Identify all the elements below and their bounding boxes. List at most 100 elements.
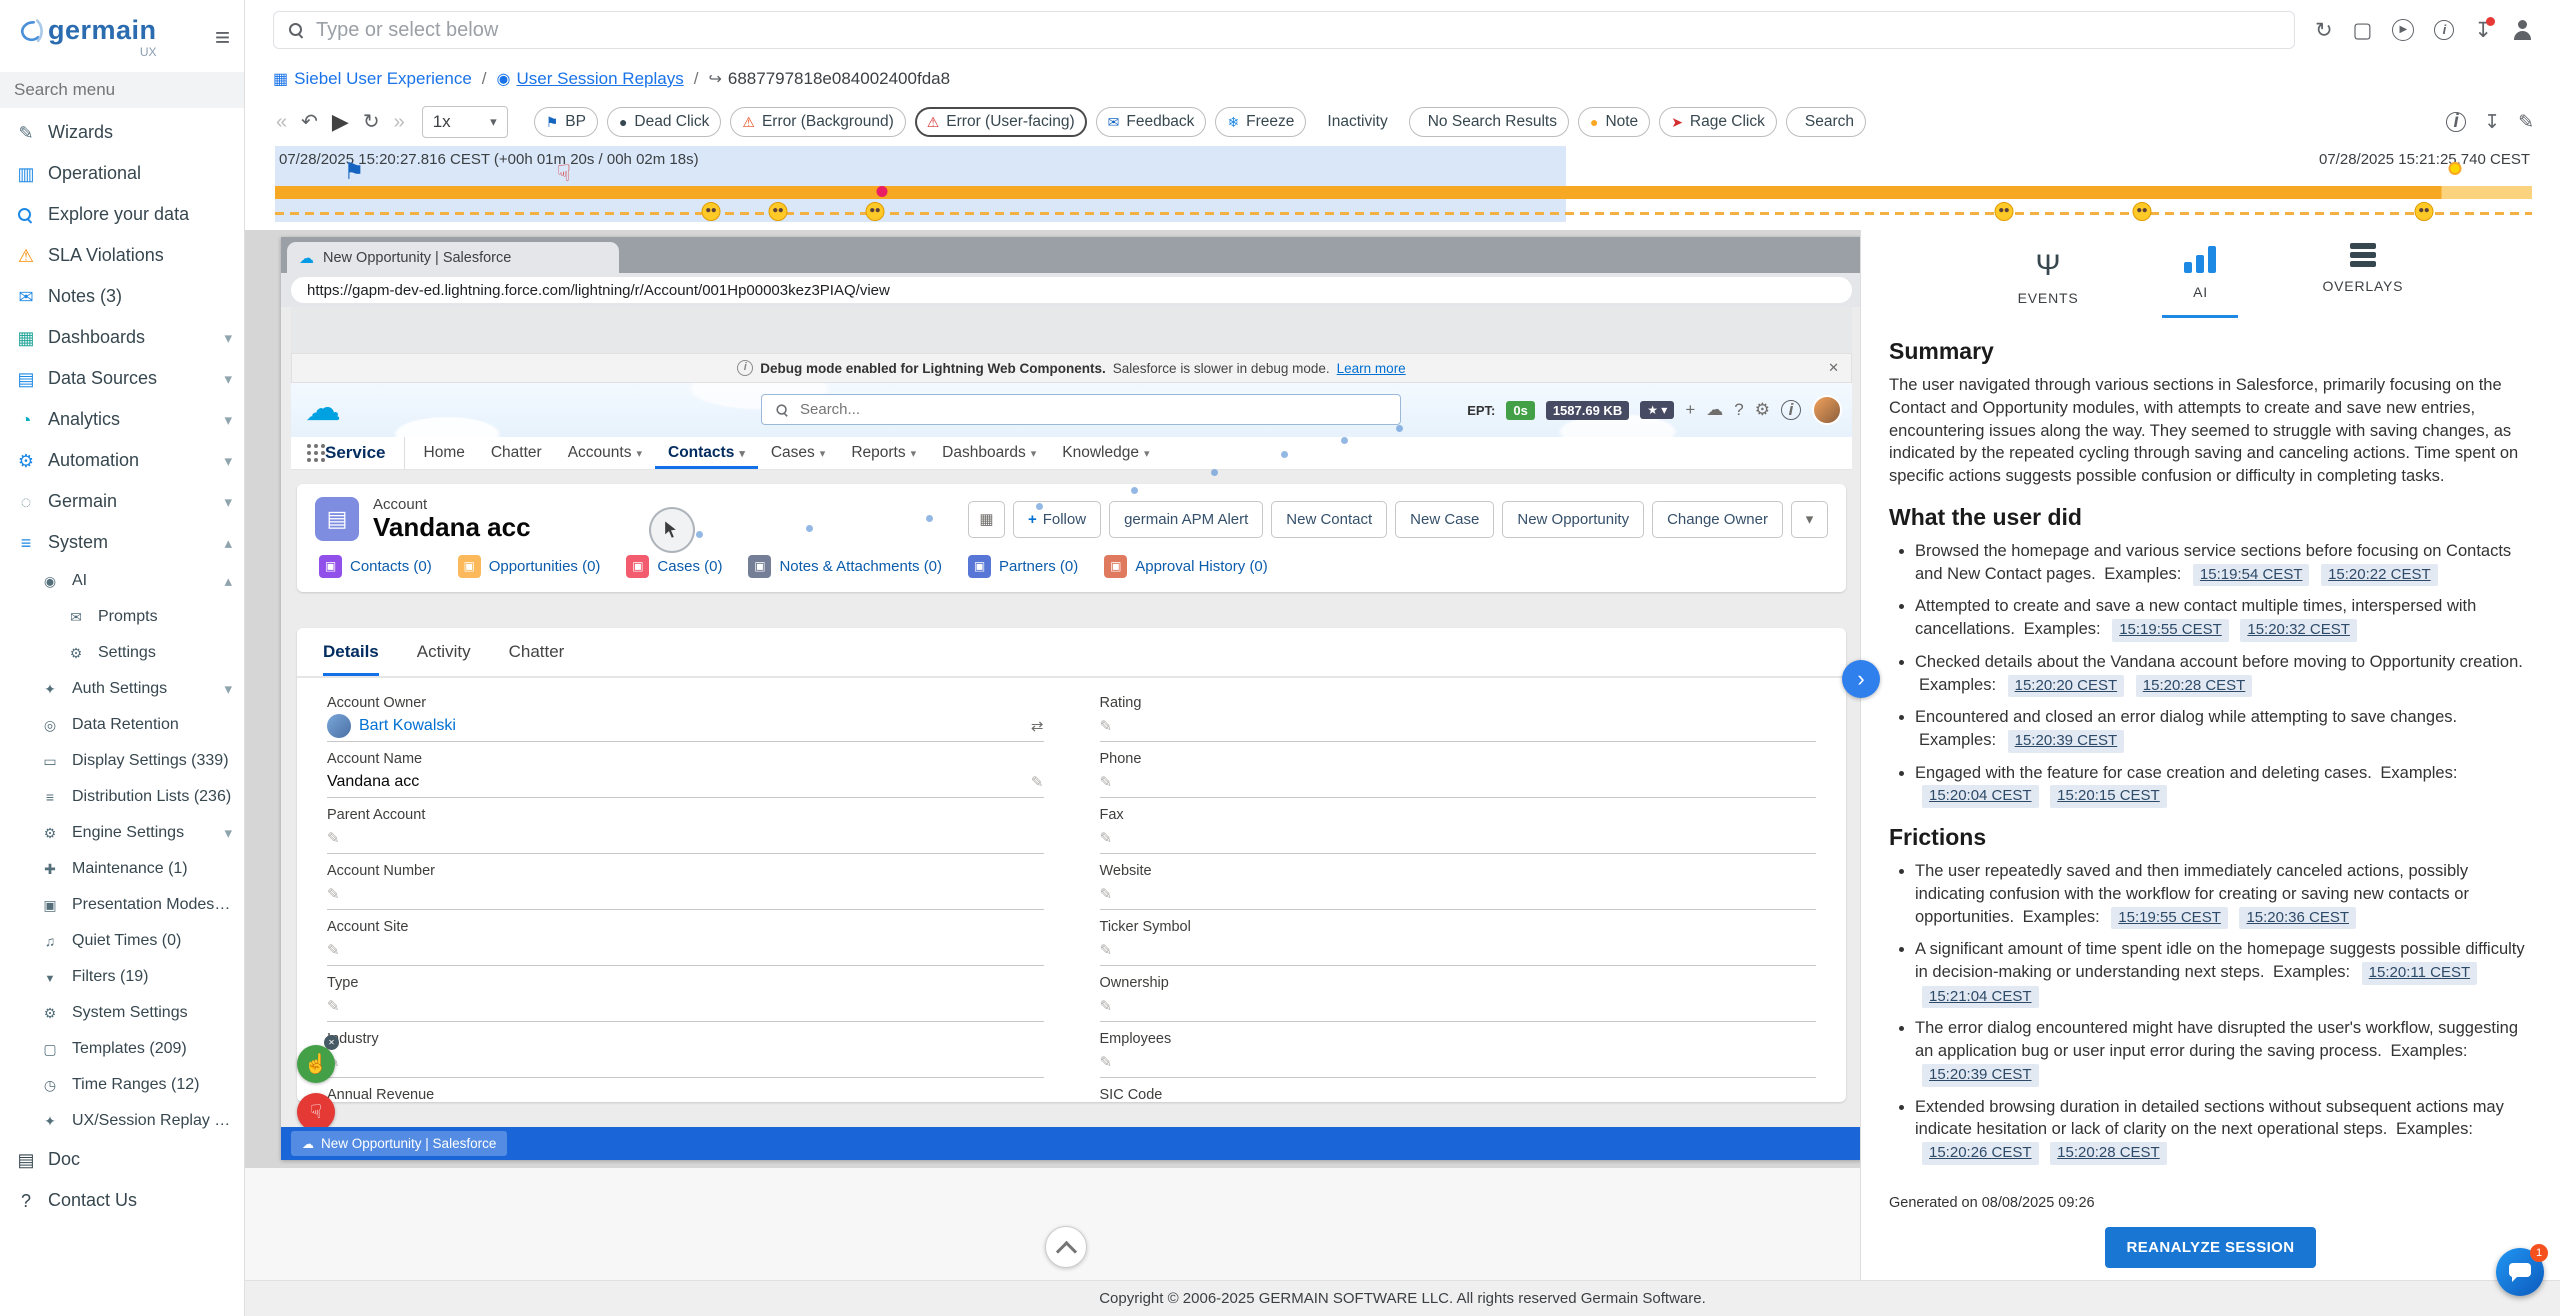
related-list-link[interactable]: Contacts (0) — [319, 555, 432, 578]
menu-search-input[interactable] — [0, 72, 244, 108]
edit-icon[interactable] — [1100, 885, 1113, 903]
thumbs-down-button[interactable] — [297, 1093, 335, 1127]
record-page-icon-button[interactable] — [968, 501, 1005, 538]
sidebar-item[interactable]: System — [0, 522, 244, 563]
timestamp-link[interactable]: 15:20:11 CEST — [2362, 962, 2477, 985]
global-search[interactable] — [273, 11, 2295, 49]
browser-tab[interactable]: New Opportunity | Salesforce — [287, 242, 619, 273]
edit-icon[interactable] — [1100, 941, 1113, 959]
refresh-icon[interactable] — [2315, 20, 2333, 41]
salesforce-nav-item[interactable]: Cases — [758, 437, 838, 469]
edit-icon[interactable] — [1100, 829, 1113, 847]
timeline-event-track[interactable] — [275, 212, 2532, 215]
timeline-progress-bar[interactable] — [275, 186, 2532, 199]
timestamp-link[interactable]: 15:20:39 CEST — [2008, 730, 2125, 753]
close-icon[interactable] — [1828, 360, 1839, 376]
sidebar-subitem[interactable]: Settings — [0, 635, 244, 671]
sidebar-subitem[interactable]: Data Retention — [0, 707, 244, 743]
sidebar-item[interactable]: SLA Violations — [0, 235, 244, 276]
sidebar-subitem[interactable]: Templates (209) — [0, 1031, 244, 1067]
timeline-marker[interactable] — [344, 160, 365, 183]
edit-icon[interactable] — [327, 829, 340, 847]
event-filter-chip[interactable]: BP — [534, 107, 598, 137]
timestamp-link[interactable]: 15:19:54 CEST — [2193, 564, 2310, 587]
salesforce-nav-item[interactable]: Knowledge — [1049, 437, 1162, 469]
salesforce-search[interactable] — [761, 394, 1401, 425]
timestamp-link[interactable]: 15:20:39 CEST — [1922, 1064, 2039, 1087]
sidebar-item[interactable]: Data Sources — [0, 358, 244, 399]
global-search-input[interactable] — [316, 19, 2280, 42]
panel-tab[interactable]: OVERLAYS — [2300, 230, 2425, 318]
related-list-link[interactable]: Partners (0) — [968, 555, 1078, 578]
playback-speed-select[interactable]: 1x — [422, 106, 508, 138]
detail-tab[interactable]: Chatter — [509, 628, 565, 676]
sidebar-subitem[interactable]: AI — [0, 563, 244, 599]
sidebar-subitem[interactable]: Maintenance (1) — [0, 851, 244, 887]
sidebar-subitem[interactable]: UX/Session Replay Settings — [0, 1103, 244, 1139]
edit-icon[interactable] — [2518, 111, 2534, 134]
rewind-button[interactable] — [298, 112, 321, 132]
panel-tab[interactable]: EVENTS — [1996, 230, 2101, 318]
edit-icon[interactable] — [1100, 997, 1113, 1015]
timestamp-link[interactable]: 15:21:04 CEST — [1922, 986, 2039, 1009]
timeline-marker[interactable] — [769, 202, 788, 221]
event-filter-chip[interactable]: Feedback — [1096, 107, 1207, 137]
salesforce-nav-item[interactable]: Dashboards — [929, 437, 1049, 469]
timeline-marker[interactable] — [866, 202, 885, 221]
sidebar-subitem[interactable]: Presentation Modes (14) — [0, 887, 244, 923]
record-action-button[interactable]: germain APM Alert — [1109, 501, 1263, 538]
learn-more-link[interactable]: Learn more — [1337, 361, 1406, 376]
thumbs-up-button[interactable] — [297, 1045, 335, 1083]
skip-to-start-button[interactable] — [273, 112, 290, 132]
skip-to-end-button[interactable] — [391, 112, 408, 132]
timeline-marker[interactable] — [2449, 162, 2462, 175]
reload-button[interactable] — [360, 112, 383, 132]
related-list-link[interactable]: Notes & Attachments (0) — [748, 555, 942, 578]
chat-fab-button[interactable]: 1 — [2496, 1248, 2544, 1296]
timeline-marker[interactable] — [1994, 202, 2013, 221]
scroll-to-top-button[interactable] — [1045, 1226, 1087, 1268]
help-icon[interactable] — [1734, 400, 1743, 420]
sidebar-subitem[interactable]: Quiet Times (0) — [0, 923, 244, 959]
reanalyze-session-button[interactable]: REANALYZE SESSION — [2105, 1227, 2317, 1268]
sidebar-item[interactable]: Contact Us — [0, 1180, 244, 1221]
timestamp-link[interactable]: 15:20:36 CEST — [2239, 907, 2356, 930]
app-launcher-icon[interactable] — [307, 444, 311, 448]
more-actions-dropdown[interactable] — [1791, 501, 1828, 538]
sidebar-subitem[interactable]: Distribution Lists (236) — [0, 779, 244, 815]
sidebar-subitem[interactable]: Prompts — [0, 599, 244, 635]
sidebar-subitem[interactable]: Time Ranges (12) — [0, 1067, 244, 1103]
related-list-link[interactable]: Opportunities (0) — [458, 555, 601, 578]
record-action-button[interactable]: New Opportunity — [1502, 501, 1644, 538]
salesforce-nav-item[interactable]: Home — [411, 437, 478, 469]
event-filter-chip[interactable]: Dead Click — [607, 107, 721, 137]
salesforce-logo-icon[interactable] — [305, 387, 341, 429]
timestamp-link[interactable]: 15:19:55 CEST — [2111, 907, 2228, 930]
edit-icon[interactable] — [327, 941, 340, 959]
edit-icon[interactable] — [1031, 773, 1044, 791]
salesforce-nav-item[interactable]: Chatter — [478, 437, 555, 469]
event-filter-chip[interactable]: No Search Results — [1409, 107, 1569, 137]
sidebar-subitem[interactable]: System Settings — [0, 995, 244, 1031]
sidebar-item[interactable]: Analytics — [0, 399, 244, 440]
salesforce-nav-item[interactable]: Accounts — [555, 437, 655, 469]
related-list-link[interactable]: Approval History (0) — [1104, 555, 1268, 578]
sidebar-subitem[interactable]: Filters (19) — [0, 959, 244, 995]
salesforce-search-input[interactable] — [800, 401, 1388, 418]
record-action-button[interactable]: Change Owner — [1652, 501, 1783, 538]
play-button[interactable] — [329, 111, 352, 133]
event-filter-chip[interactable]: Note — [1578, 107, 1650, 137]
app-name[interactable]: Service — [325, 437, 405, 469]
rating-widget[interactable] — [1640, 401, 1674, 419]
sidebar-item[interactable]: Operational — [0, 153, 244, 194]
edit-icon[interactable] — [1100, 773, 1113, 791]
fullscreen-icon[interactable] — [2353, 20, 2373, 41]
replay-bottom-tab[interactable]: New Opportunity | Salesforce — [291, 1131, 507, 1156]
guidance-icon[interactable] — [1781, 400, 1801, 420]
sidebar-subitem[interactable]: Display Settings (339) — [0, 743, 244, 779]
info-icon[interactable] — [2434, 20, 2454, 40]
sidebar-item[interactable]: Dashboards — [0, 317, 244, 358]
play-circle-icon[interactable] — [2392, 19, 2414, 41]
sidebar-subitem[interactable]: Auth Settings — [0, 671, 244, 707]
sidebar-subitem[interactable]: Engine Settings — [0, 815, 244, 851]
